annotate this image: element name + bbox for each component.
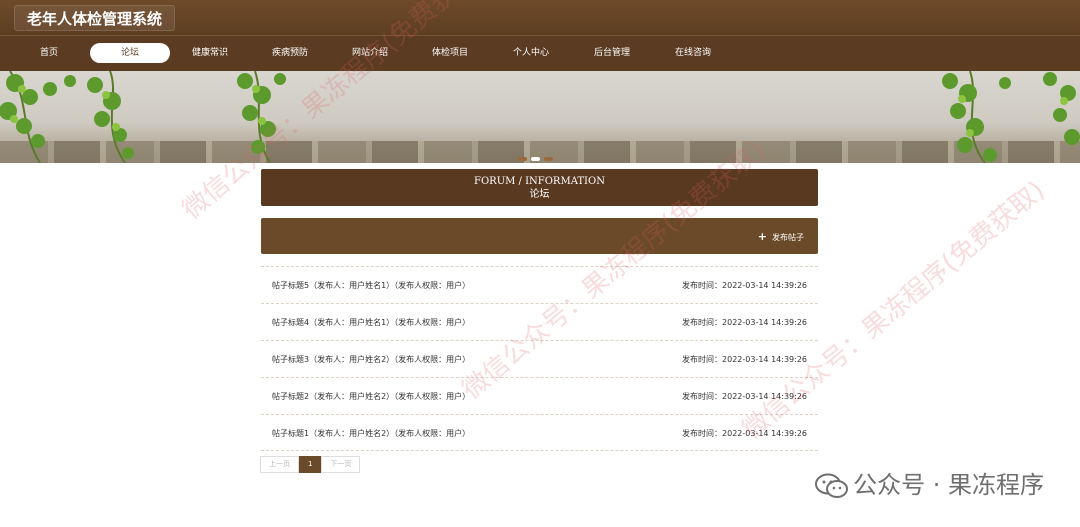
nav-item-admin[interactable]: 后台管理	[572, 43, 652, 63]
carousel-dot[interactable]	[544, 157, 553, 161]
nav-item-disease-prevention[interactable]: 疾病预防	[250, 43, 330, 63]
next-page-button[interactable]: 下一页	[321, 456, 361, 473]
post-title[interactable]: 帖子标题1（发布人：用户姓名2）（发布人权限：用户）	[272, 428, 470, 439]
post-time: 发布时间：2022-03-14 14:39:26	[682, 318, 807, 327]
post-list: 帖子标题5（发布人：用户姓名1）（发布人权限：用户） 发布时间：2022-03-…	[261, 266, 818, 451]
section-title-en: FORUM / INFORMATION	[474, 176, 605, 187]
nav-item-consult[interactable]: 在线咨询	[653, 43, 733, 63]
wechat-watermark: 公众号 · 果冻程序	[815, 468, 1044, 502]
nav-item-health-tips[interactable]: 健康常识	[170, 43, 250, 63]
post-time: 发布时间：2022-03-14 14:39:26	[682, 355, 807, 364]
wechat-icon	[815, 473, 849, 498]
post-row[interactable]: 帖子标题1（发布人：用户姓名2）（发布人权限：用户） 发布时间：2022-03-…	[261, 414, 818, 451]
section-title-cn: 论坛	[529, 189, 550, 200]
nav-item-home[interactable]: 首页	[9, 43, 89, 63]
action-bar: + 发布帖子	[261, 218, 818, 254]
section-title: FORUM / INFORMATION 论坛	[261, 169, 818, 206]
top-header: 老年人体检管理系统	[0, 0, 1080, 35]
post-time: 发布时间：2022-03-14 14:39:26	[682, 281, 807, 290]
nav-item-profile[interactable]: 个人中心	[491, 43, 571, 63]
current-page-button[interactable]: 1	[299, 456, 322, 473]
post-title[interactable]: 帖子标题5（发布人：用户姓名1）（发布人权限：用户）	[272, 280, 470, 291]
nav-item-checkup-items[interactable]: 体检项目	[410, 43, 490, 63]
post-row[interactable]: 帖子标题2（发布人：用户姓名2）（发布人权限：用户） 发布时间：2022-03-…	[261, 377, 818, 414]
watermark-text: 公众号 · 果冻程序	[853, 471, 1044, 499]
prev-page-button[interactable]: 上一页	[260, 456, 299, 473]
post-title[interactable]: 帖子标题4（发布人：用户姓名1）（发布人权限：用户）	[272, 317, 470, 328]
post-time: 发布时间：2022-03-14 14:39:26	[682, 392, 807, 401]
publish-post-button[interactable]: + 发布帖子	[758, 230, 804, 244]
vine-image-right	[942, 71, 1080, 163]
pagination: 上一页 1 下一页	[260, 456, 361, 473]
post-row[interactable]: 帖子标题5（发布人：用户姓名1）（发布人权限：用户） 发布时间：2022-03-…	[261, 266, 818, 303]
banner-carousel	[0, 71, 1080, 163]
site-title: 老年人体检管理系统	[14, 5, 176, 31]
nav-item-site-intro[interactable]: 网站介绍	[330, 43, 410, 63]
nav-item-forum[interactable]: 论坛	[90, 43, 170, 63]
post-row[interactable]: 帖子标题4（发布人：用户姓名1）（发布人权限：用户） 发布时间：2022-03-…	[261, 303, 818, 340]
publish-post-label: 发布帖子	[772, 233, 804, 242]
carousel-dot-active[interactable]	[531, 157, 540, 161]
vine-image-left	[0, 71, 286, 163]
plus-icon: +	[757, 230, 767, 243]
post-title[interactable]: 帖子标题3（发布人：用户姓名2）（发布人权限：用户）	[272, 354, 470, 365]
post-time: 发布时间：2022-03-14 14:39:26	[682, 429, 807, 438]
post-title[interactable]: 帖子标题2（发布人：用户姓名2）（发布人权限：用户）	[272, 391, 470, 402]
carousel-dot[interactable]	[518, 157, 527, 161]
post-row[interactable]: 帖子标题3（发布人：用户姓名2）（发布人权限：用户） 发布时间：2022-03-…	[261, 340, 818, 377]
carousel-indicators	[518, 146, 557, 163]
main-nav: 首页 论坛 健康常识 疾病预防 网站介绍 体检项目 个人中心 后台管理 在线咨询	[0, 35, 1080, 71]
